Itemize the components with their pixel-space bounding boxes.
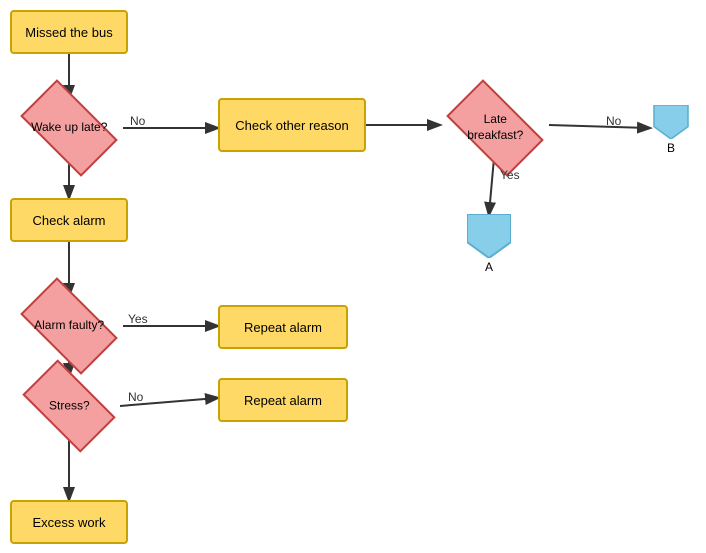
wake-up-late-label: Wake up late? — [31, 120, 107, 136]
yes-label-2: Yes — [128, 312, 148, 326]
no-label-3: No — [128, 390, 143, 404]
excess-work-label: Excess work — [33, 515, 106, 530]
missed-bus-node: Missed the bus — [10, 10, 128, 54]
repeat-alarm-1-node: Repeat alarm — [218, 305, 348, 349]
late-breakfast-node: Late breakfast? — [446, 79, 544, 177]
missed-bus-label: Missed the bus — [25, 25, 112, 40]
flowchart: Missed the bus Wake up late? No Check ot… — [0, 0, 706, 553]
check-other-reason-node: Check other reason — [218, 98, 366, 152]
repeat-alarm-2-label: Repeat alarm — [244, 393, 322, 408]
repeat-alarm-1-label: Repeat alarm — [244, 320, 322, 335]
arrows-svg — [0, 0, 706, 553]
excess-work-node: Excess work — [10, 500, 128, 544]
terminal-a: A — [467, 214, 511, 274]
check-alarm-node: Check alarm — [10, 198, 128, 242]
wake-up-late-node: Wake up late? — [20, 79, 118, 177]
alarm-faulty-label: Alarm faulty? — [34, 318, 104, 334]
terminal-a-shape — [467, 214, 511, 258]
terminal-b-shape — [649, 105, 693, 139]
yes-label-1: Yes — [500, 168, 520, 182]
no-label-1: No — [130, 114, 145, 128]
repeat-alarm-2-node: Repeat alarm — [218, 378, 348, 422]
check-other-reason-label: Check other reason — [235, 118, 348, 133]
terminal-b: B — [649, 105, 693, 155]
alarm-faulty-node: Alarm faulty? — [20, 277, 118, 375]
late-breakfast-label: Late breakfast? — [454, 112, 536, 143]
terminal-b-label: B — [667, 141, 675, 155]
terminal-a-label: A — [485, 260, 493, 274]
no-label-2: No — [606, 114, 621, 128]
check-alarm-label: Check alarm — [33, 213, 106, 228]
stress-label: Stress? — [49, 398, 90, 414]
stress-node: Stress? — [22, 359, 115, 452]
